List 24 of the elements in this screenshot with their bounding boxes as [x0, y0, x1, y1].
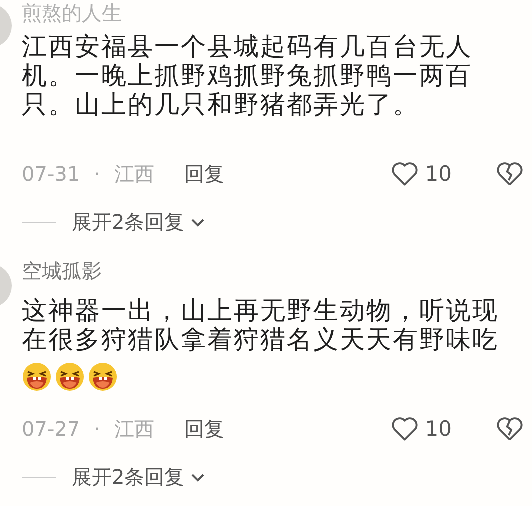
laughing-emoji-icon	[22, 362, 52, 392]
separator-dot: ·	[94, 162, 100, 186]
comment-date: 07-27	[22, 417, 80, 441]
chevron-down-icon	[190, 472, 205, 482]
separator-dot: ·	[94, 417, 100, 441]
broken-heart-icon[interactable]	[496, 416, 524, 442]
like-heart-icon[interactable]	[391, 161, 420, 187]
laughing-emoji-icon	[88, 362, 118, 392]
username[interactable]: 空城孤影	[22, 258, 524, 284]
broken-heart-icon[interactable]	[496, 161, 524, 187]
comment-location: 江西	[114, 416, 154, 442]
comment-text: 这神器一出，山上再无野生动物，听说现在很多狩猎队拿着狩猎名义天天有野味吃	[22, 296, 500, 354]
comment-text: 江西安福县一个县城起码有几百台无人机。一晚上抓野鸡抓野兔抓野鸭一两百只。山上的几只和野猪都弄光了。	[22, 32, 474, 119]
chevron-down-icon	[190, 218, 205, 228]
comment-location: 江西	[114, 160, 154, 188]
reply-button[interactable]: 回复	[184, 416, 224, 442]
expand-replies-button[interactable]: 展开2条回复	[72, 464, 205, 491]
like-count: 10	[425, 417, 452, 441]
laughing-emoji-icon	[55, 362, 85, 392]
reply-button[interactable]: 回复	[184, 160, 224, 188]
expand-replies-button[interactable]: 展开2条回复	[72, 209, 205, 236]
comment-date: 07-31	[22, 162, 80, 186]
like-count: 10	[425, 162, 452, 186]
like-heart-icon[interactable]	[391, 416, 420, 442]
